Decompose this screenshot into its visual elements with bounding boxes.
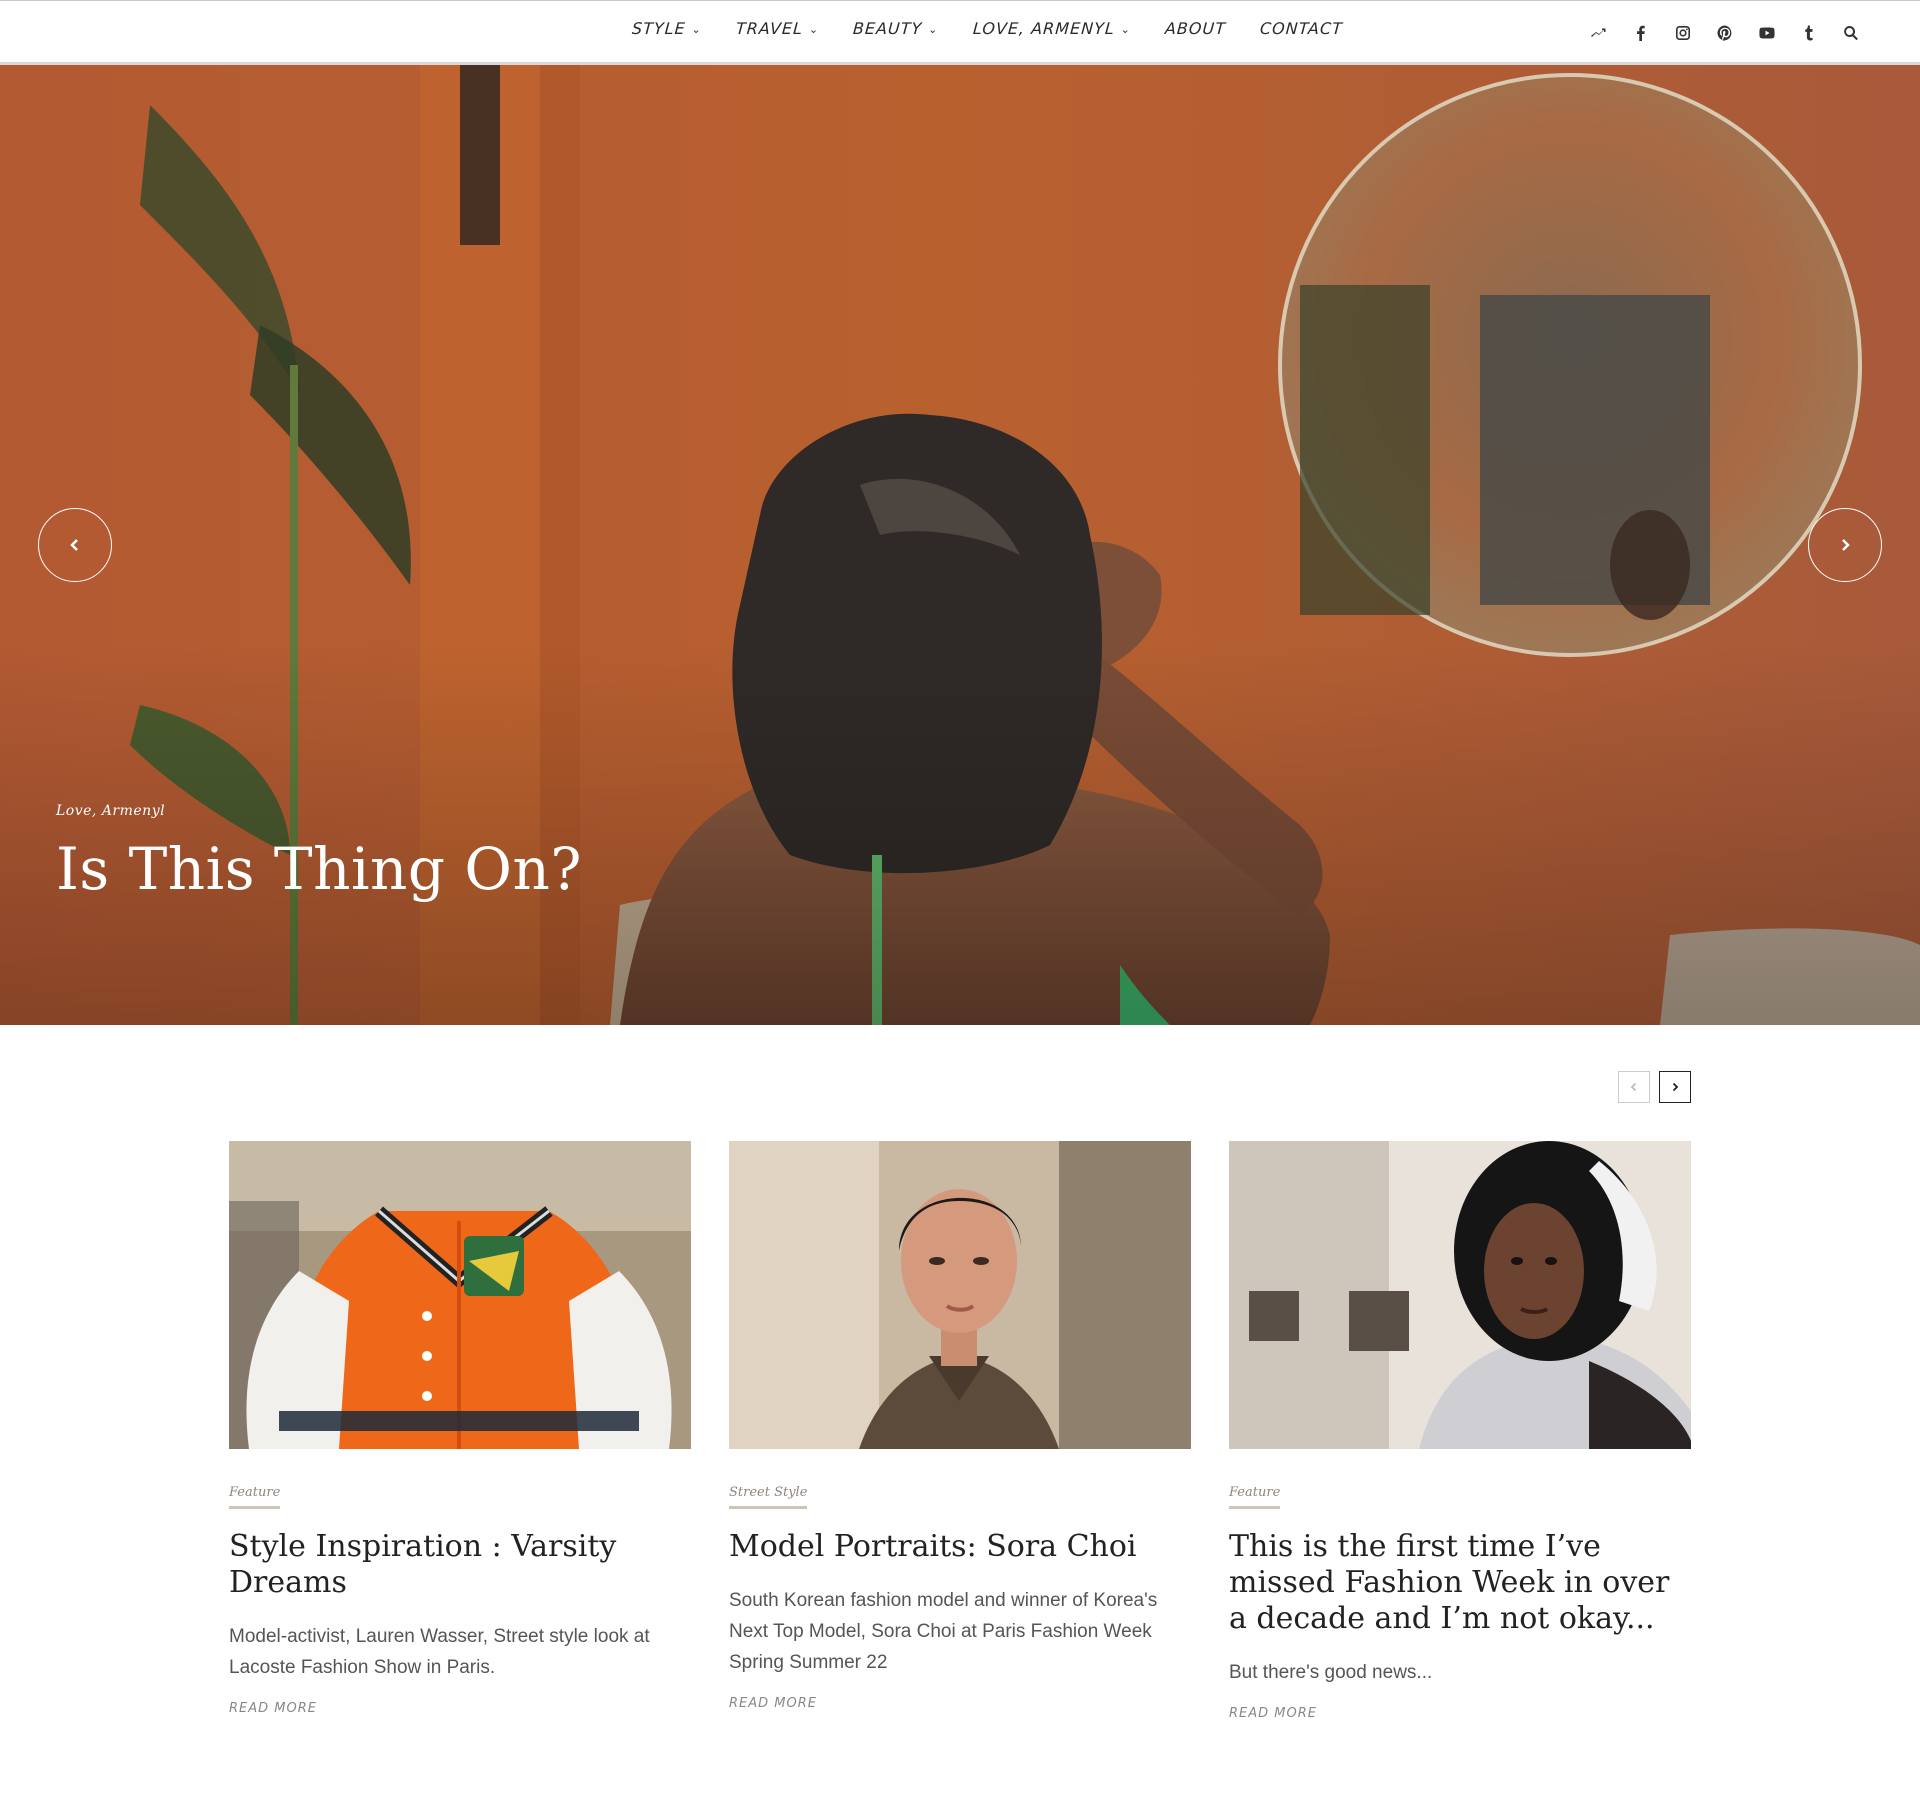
nav-item-about[interactable]: ABOUT xyxy=(1164,19,1226,38)
post-excerpt: Model-activist, Lauren Wasser, Street st… xyxy=(229,1626,650,1678)
post-category-link[interactable]: Street Style xyxy=(729,1485,808,1509)
chevron-down-icon: ⌄ xyxy=(691,23,703,36)
carousel-next-button[interactable] xyxy=(1659,1071,1691,1103)
carousel-prev-button[interactable] xyxy=(1618,1071,1650,1103)
post-title[interactable]: This is the first time I’ve missed Fashi… xyxy=(1229,1529,1691,1637)
chevron-right-icon xyxy=(1672,1082,1679,1092)
nav-item-label: ABOUT xyxy=(1164,19,1227,38)
post-title[interactable]: Model Portraits: Sora Choi xyxy=(729,1529,1191,1565)
post-card: Feature Style Inspiration : Varsity Drea… xyxy=(229,1141,691,1717)
hero-category-link[interactable]: Love, Armenyl xyxy=(56,803,165,819)
trending-icon[interactable] xyxy=(1578,19,1620,47)
read-more-link[interactable]: READ MORE xyxy=(229,1701,317,1716)
tumblr-icon[interactable] xyxy=(1788,19,1830,47)
hero-slider[interactable]: Love, Armenyl Is This Thing On? xyxy=(0,65,1920,1025)
post-title[interactable]: Style Inspiration : Varsity Dreams xyxy=(229,1529,691,1601)
nav-item-contact[interactable]: CONTACT xyxy=(1259,19,1343,38)
post-excerpt: South Korean fashion model and winner of… xyxy=(729,1590,1158,1673)
post-card: Feature This is the first time I’ve miss… xyxy=(1229,1141,1691,1722)
youtube-icon[interactable] xyxy=(1746,19,1788,47)
nav-item-label: STYLE xyxy=(631,19,687,38)
nav-item-label: TRAVEL xyxy=(735,19,804,38)
chevron-right-icon xyxy=(1842,539,1850,551)
chevron-left-icon xyxy=(1630,1082,1637,1092)
nav-item-beauty[interactable]: BEAUTY ⌄ xyxy=(853,19,940,38)
social-links xyxy=(1578,19,1872,47)
search-icon[interactable] xyxy=(1830,19,1872,47)
instagram-icon[interactable] xyxy=(1662,19,1704,47)
chevron-down-icon: ⌄ xyxy=(808,23,820,36)
hero-title[interactable]: Is This Thing On? xyxy=(56,835,582,903)
pinterest-icon[interactable] xyxy=(1704,19,1746,47)
post-thumbnail[interactable] xyxy=(229,1141,691,1449)
facebook-icon[interactable] xyxy=(1620,19,1662,47)
post-category-link[interactable]: Feature xyxy=(1229,1485,1281,1509)
read-more-link[interactable]: READ MORE xyxy=(1229,1706,1317,1721)
chevron-down-icon: ⌄ xyxy=(1120,23,1132,36)
post-category-link[interactable]: Feature xyxy=(229,1485,281,1509)
nav-item-love-armenyl[interactable]: LOVE, ARMENYL ⌄ xyxy=(972,19,1131,38)
read-more-link[interactable]: READ MORE xyxy=(729,1696,817,1711)
post-excerpt: But there's good news... xyxy=(1229,1662,1433,1683)
nav-item-travel[interactable]: TRAVEL ⌄ xyxy=(735,19,820,38)
post-thumbnail[interactable] xyxy=(1229,1141,1691,1449)
chevron-down-icon: ⌄ xyxy=(927,23,940,36)
nav-item-label: BEAUTY xyxy=(852,19,924,38)
chevron-left-icon xyxy=(70,539,78,551)
hero-next-button[interactable] xyxy=(1808,508,1882,582)
post-card: Street Style Model Portraits: Sora Choi … xyxy=(729,1141,1191,1712)
nav-item-label: CONTACT xyxy=(1259,19,1344,38)
main-nav: STYLE ⌄ TRAVEL ⌄ BEAUTY ⌄ LOVE, ARMENYL … xyxy=(631,19,1377,38)
nav-item-style[interactable]: STYLE ⌄ xyxy=(631,19,702,38)
post-thumbnail[interactable] xyxy=(729,1141,1191,1449)
site-header: STYLE ⌄ TRAVEL ⌄ BEAUTY ⌄ LOVE, ARMENYL … xyxy=(0,0,1920,65)
hero-prev-button[interactable] xyxy=(38,508,112,582)
nav-item-label: LOVE, ARMENYL xyxy=(972,19,1116,38)
